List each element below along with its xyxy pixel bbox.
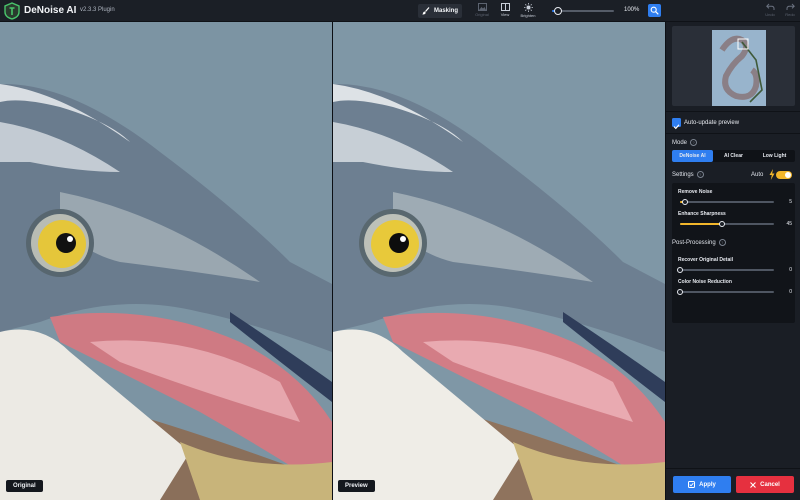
- cancel-button[interactable]: Cancel: [736, 476, 794, 493]
- mode-tabs: DeNoise AI AI Clear Low Light: [672, 150, 795, 162]
- color-noise-value: 0: [789, 289, 792, 295]
- cancel-label: Cancel: [760, 481, 780, 488]
- app-version: v2.3.3 Plugin: [80, 7, 115, 13]
- denoise-logo-icon: [4, 2, 20, 20]
- redo-label: Redo: [785, 12, 795, 17]
- original-tool-button[interactable]: Original: [470, 2, 494, 20]
- remove-noise-slider-handle[interactable]: [681, 199, 688, 205]
- view-tool-button[interactable]: View: [493, 2, 517, 20]
- preview-label: Preview: [338, 480, 375, 492]
- heron-photo-preview: [333, 22, 665, 500]
- auto-update-label: Auto-update preview: [684, 120, 740, 126]
- apply-button[interactable]: Apply: [673, 476, 731, 493]
- masking-button[interactable]: Masking: [418, 4, 462, 18]
- auto-toggle[interactable]: [776, 171, 792, 179]
- brighten-tool-button[interactable]: Brighten: [516, 2, 540, 20]
- auto-toggle-knob: [785, 172, 791, 178]
- app-title: DeNoise AI: [24, 5, 77, 16]
- image-icon: [477, 3, 487, 11]
- mode-title: Mode: [672, 140, 688, 147]
- original-tool-label: Original: [475, 12, 489, 17]
- mode-tab-ai-clear[interactable]: AI Clear: [713, 150, 754, 162]
- settings-title: Settings: [672, 172, 694, 179]
- enhance-sharpness-slider-handle[interactable]: [719, 221, 726, 227]
- remove-noise-label: Remove Noise: [678, 189, 713, 195]
- redo-icon: [786, 3, 795, 10]
- recover-detail-slider[interactable]: [680, 269, 774, 271]
- heron-photo-original: [0, 22, 332, 500]
- panel-divider: [666, 133, 800, 134]
- help-icon[interactable]: ?: [718, 239, 726, 246]
- undo-button[interactable]: Undo: [760, 3, 780, 17]
- recover-detail-label: Recover Original Detail: [678, 257, 734, 263]
- enhance-sharpness-slider[interactable]: [680, 223, 774, 225]
- navigator-thumbnail[interactable]: [672, 26, 795, 106]
- remove-noise-value: 5: [789, 199, 792, 205]
- auto-update-checkbox[interactable]: [672, 118, 681, 130]
- color-noise-label: Color Noise Reduction: [678, 279, 732, 285]
- post-processing-sliders: Recover Original Detail 0 Color Noise Re…: [672, 251, 795, 323]
- settings-panel: Auto-update preview Mode? DeNoise AI AI …: [665, 22, 800, 500]
- mode-tab-denoise-ai[interactable]: DeNoise AI: [672, 150, 713, 162]
- heron-thumbnail-image: [712, 30, 766, 106]
- preview-image-pane[interactable]: Preview: [333, 22, 665, 500]
- close-icon: [750, 481, 757, 488]
- recover-detail-slider-handle[interactable]: [677, 267, 683, 273]
- brighten-tool-label: Brighten: [520, 13, 536, 18]
- settings-heading: Settings?: [672, 171, 704, 178]
- apply-icon: [688, 481, 696, 488]
- masking-label: Masking: [433, 8, 458, 14]
- auto-label: Auto: [751, 172, 764, 178]
- enhance-sharpness-label: Enhance Sharpness: [678, 211, 726, 217]
- post-processing-heading: Post-Processing?: [672, 239, 726, 246]
- checkmark-icon: [673, 124, 680, 130]
- redo-button[interactable]: Redo: [780, 3, 800, 17]
- enhance-sharpness-slider-fill: [680, 223, 723, 225]
- apply-label: Apply: [699, 481, 716, 488]
- mode-heading: Mode?: [672, 139, 698, 147]
- remove-noise-slider[interactable]: [680, 201, 774, 203]
- original-label: Original: [6, 480, 43, 492]
- color-noise-slider-handle[interactable]: [677, 289, 683, 295]
- undo-label: Undo: [765, 12, 775, 17]
- sun-icon: [523, 3, 533, 12]
- enhance-sharpness-value: 45: [786, 221, 792, 227]
- top-toolbar: DeNoise AI v2.3.3 Plugin Masking Origina…: [0, 0, 800, 22]
- help-icon[interactable]: ?: [696, 171, 704, 178]
- zoom-button[interactable]: [648, 4, 661, 17]
- help-icon[interactable]: ?: [690, 139, 698, 146]
- original-image-pane[interactable]: Original: [0, 22, 332, 500]
- magnifier-icon: [650, 6, 659, 15]
- color-noise-slider[interactable]: [680, 291, 774, 293]
- panel-divider: [666, 111, 800, 112]
- recover-detail-value: 0: [789, 267, 792, 273]
- split-view-icon: [500, 3, 510, 11]
- undo-icon: [765, 3, 774, 10]
- mode-tab-low-light[interactable]: Low Light: [754, 150, 795, 162]
- brush-icon: [422, 7, 430, 15]
- zoom-slider-handle[interactable]: [554, 7, 563, 15]
- zoom-level: 100%: [624, 7, 640, 13]
- panel-divider: [666, 468, 800, 469]
- lightning-icon: [769, 169, 775, 180]
- post-processing-title: Post-Processing: [672, 240, 716, 247]
- view-tool-label: View: [500, 12, 510, 17]
